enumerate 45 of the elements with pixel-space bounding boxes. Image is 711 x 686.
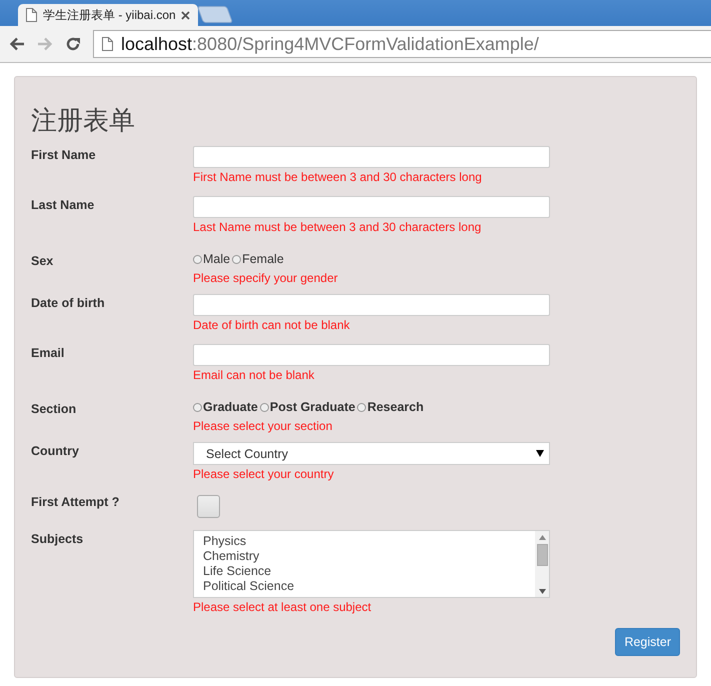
- field-label: Email: [31, 346, 64, 360]
- field-label: Sex: [31, 254, 54, 268]
- register-button[interactable]: Register: [615, 628, 680, 656]
- new-tab-button[interactable]: [196, 6, 234, 23]
- checkbox[interactable]: [197, 495, 220, 518]
- forward-arrow-icon[interactable]: [37, 37, 53, 51]
- page-icon: [102, 37, 113, 51]
- field-label: First Attempt ?: [31, 495, 120, 509]
- error-message: Please select your section: [193, 419, 334, 433]
- reload-icon[interactable]: [65, 36, 81, 52]
- browser-tab[interactable]: 学生注册表单 - yiibai.con: [18, 4, 198, 26]
- country-dropdown[interactable]: Select Country: [193, 442, 550, 465]
- error-message: First Name must be between 3 and 30 characters long: [193, 170, 483, 184]
- error-message: Email can not be blank: [193, 368, 316, 382]
- field-label: Date of birth: [31, 296, 105, 310]
- field-label: Last Name: [31, 198, 94, 212]
- address-bar[interactable]: localhost:8080/Spring4MVCFormValidationExample/: [93, 30, 711, 58]
- error-message: Please specify your gender: [193, 271, 339, 285]
- back-arrow-icon[interactable]: [9, 37, 25, 51]
- text-input-field[interactable]: [193, 146, 550, 168]
- field-label: Section: [31, 402, 76, 416]
- radio-option[interactable]: Research: [357, 400, 424, 414]
- error-message: Last Name must be between 3 and 30 characters long: [193, 220, 482, 234]
- field-label: Subjects: [31, 532, 84, 546]
- field-label: Country: [31, 444, 79, 458]
- radio-option[interactable]: Post Graduate: [260, 400, 356, 414]
- url-text: localhost:8080/Spring4MVCFormValidationExample/: [121, 34, 539, 54]
- radio-option[interactable]: Male: [193, 252, 230, 266]
- error-message: Please select your country: [193, 467, 335, 481]
- subjects-listbox[interactable]: Physics Chemistry Life Science Political Science: [193, 530, 550, 598]
- field-label: First Name: [31, 148, 96, 162]
- page-icon: [26, 8, 37, 22]
- close-icon[interactable]: [181, 10, 190, 20]
- scroll-up-arrow-icon[interactable]: [538, 535, 546, 540]
- text-input-field[interactable]: [193, 344, 550, 366]
- radio-option[interactable]: Graduate: [193, 400, 258, 414]
- error-message: Please select at least one subject: [193, 600, 372, 614]
- radio-option[interactable]: Female: [232, 252, 284, 266]
- scrollbar[interactable]: [535, 531, 549, 597]
- dropdown-caret-icon: [536, 450, 544, 457]
- text-input-field[interactable]: [193, 294, 550, 316]
- form-title: 注册表单: [31, 105, 136, 137]
- text-input-field[interactable]: [193, 196, 550, 218]
- error-message: Date of birth can not be blank: [193, 318, 351, 332]
- scroll-down-arrow-icon[interactable]: [538, 589, 546, 594]
